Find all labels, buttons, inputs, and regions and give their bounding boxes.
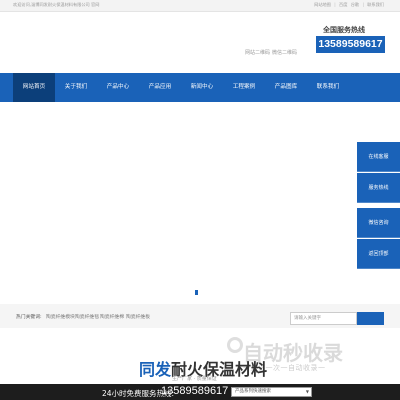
hot-keyword[interactable]: 陶瓷纤维模块 — [46, 313, 75, 320]
side-back-to-top[interactable]: 返回顶部 — [357, 239, 400, 269]
bottom-hotline-bar: 24小时免费服务热线: 13589589617 产品系列快速搜索 ▼ — [0, 384, 400, 400]
hot-keyword[interactable]: 陶瓷纤维棉 — [100, 313, 124, 320]
welcome-text: 欢迎访问,淄博同发耐火保温材料有限公司 官网 — [13, 2, 100, 7]
nav-products[interactable]: 产品中心 — [97, 73, 139, 102]
select-value: 产品系列快速搜索 — [235, 389, 271, 394]
heading-brand: 同发 — [139, 362, 172, 379]
hot-keywords-bar: 热门关键词: 陶瓷纤维模块 陶瓷纤维毯 陶瓷纤维棉 陶瓷纤维板 请输入关键字 — [0, 304, 400, 328]
top-bar: 欢迎访问,淄博同发耐火保温材料有限公司 官网 网站地图 | 百度 谷歌 | 联系… — [0, 0, 400, 12]
side-online-service[interactable]: 在线客服 — [357, 142, 400, 172]
nav-applications[interactable]: 产品应用 — [139, 73, 181, 102]
sitemap-link[interactable]: 网站地图 — [314, 2, 331, 7]
hotline-title: 全国服务热线 — [323, 26, 365, 34]
site-qr-label[interactable]: 网站二维码 — [245, 49, 270, 56]
contact-link[interactable]: 联系我们 — [367, 2, 384, 7]
banner-area — [0, 102, 400, 304]
hotline-number: 13589589617 — [316, 36, 385, 53]
nav-home[interactable]: 网站首页 — [13, 73, 55, 102]
chevron-down-icon: ▼ — [305, 389, 309, 394]
side-hotline[interactable]: 服务热线 — [357, 173, 400, 203]
google-link[interactable]: 谷歌 — [351, 2, 359, 7]
search-input[interactable]: 请输入关键字 — [290, 312, 357, 325]
top-links: 网站地图 | 百度 谷歌 | 联系我们 — [312, 2, 384, 8]
nav-cases[interactable]: 工程案例 — [223, 73, 265, 102]
search-button[interactable] — [357, 312, 384, 325]
wechat-qr-label[interactable]: 微信二维码 — [272, 49, 297, 56]
hot-keyword[interactable]: 陶瓷纤维板 — [126, 313, 150, 320]
link-separator: | — [334, 2, 336, 7]
baidu-link[interactable]: 百度 — [339, 2, 347, 7]
nav-news[interactable]: 新闻中心 — [181, 73, 223, 102]
nav-gallery[interactable]: 产品图库 — [265, 73, 307, 102]
section-subtitle: 生产厂家 · 质量保证 — [172, 376, 217, 382]
nav-about[interactable]: 关于我们 — [55, 73, 97, 102]
side-wechat[interactable]: 微信咨询 — [357, 208, 400, 238]
hot-keyword[interactable]: 陶瓷纤维毯 — [75, 313, 99, 320]
nav-contact[interactable]: 联系我们 — [307, 73, 349, 102]
main-nav: 网站首页 关于我们 产品中心 产品应用 新闻中心 工程案例 产品图库 联系我们 — [0, 73, 400, 102]
watermark-logo-icon — [227, 337, 243, 353]
link-separator: | — [362, 2, 364, 7]
product-quick-search-select[interactable]: 产品系列快速搜索 ▼ — [231, 387, 312, 397]
bottom-hotline-number: 13589589617 — [161, 385, 229, 397]
hot-keywords-label: 热门关键词: — [16, 315, 42, 320]
banner-pager-dot[interactable] — [195, 290, 198, 295]
